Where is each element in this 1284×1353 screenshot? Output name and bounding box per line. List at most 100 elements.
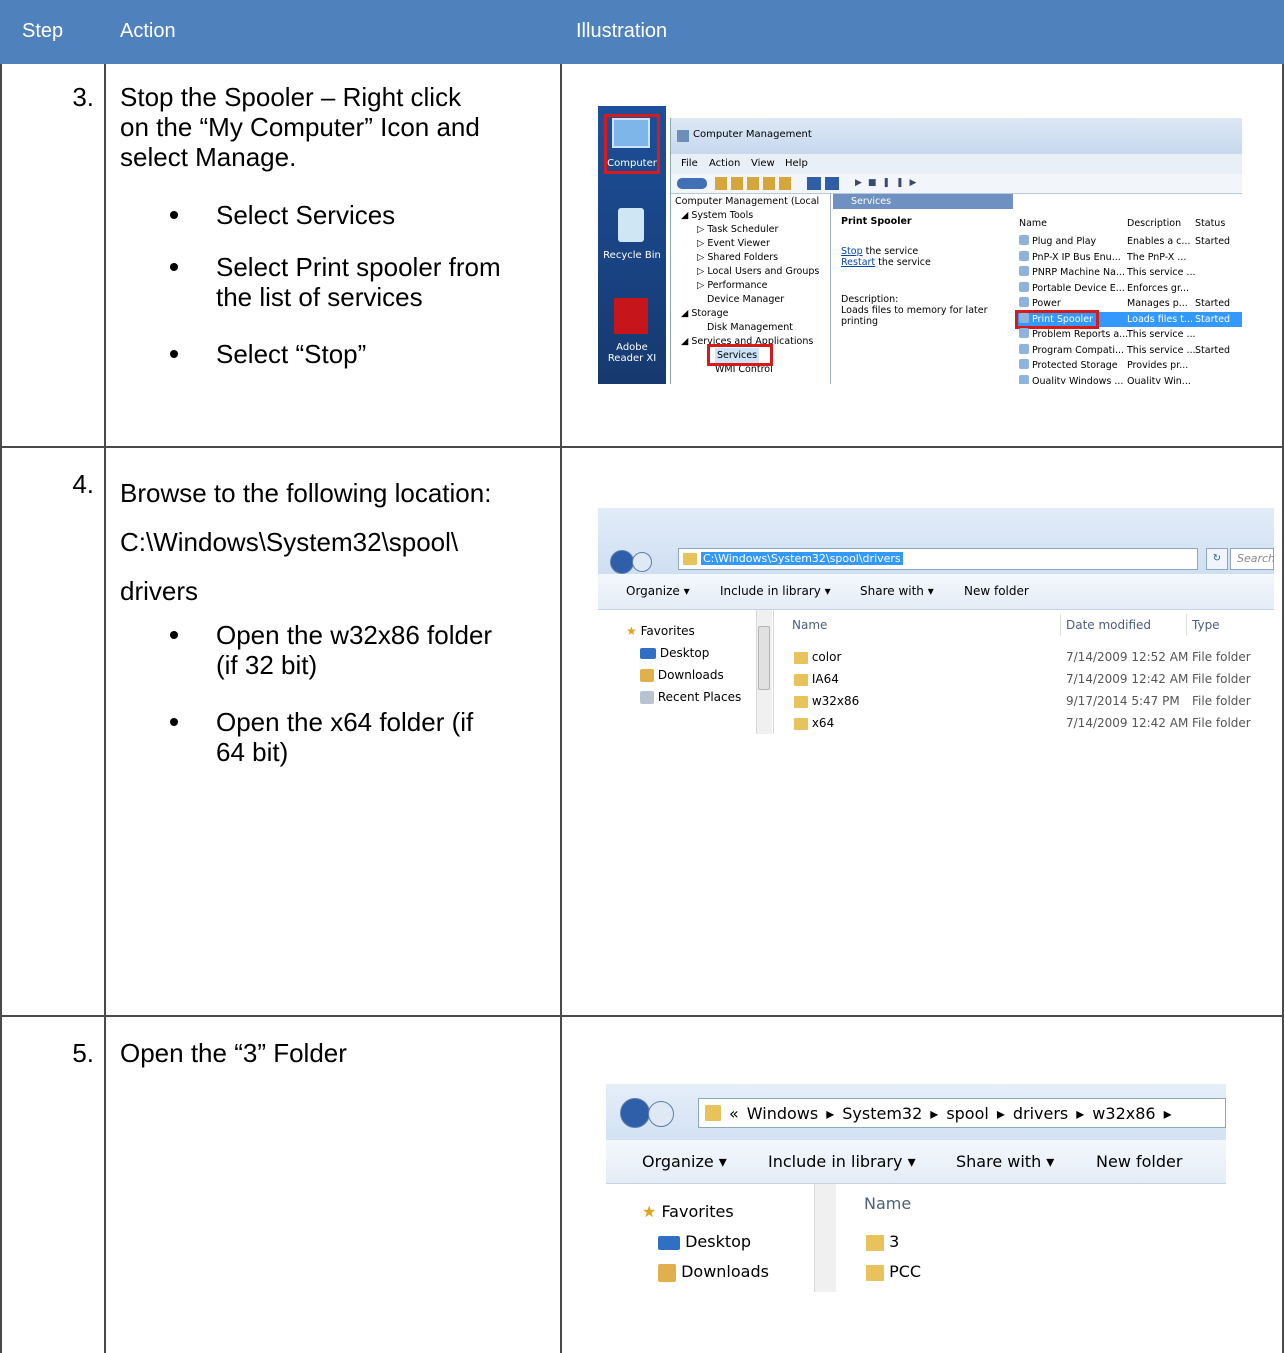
organize-button[interactable]: Organize ▾ [642, 1152, 727, 1171]
column-description[interactable]: Description [1127, 216, 1181, 231]
column-name[interactable]: Name [1019, 216, 1047, 231]
breadcrumb-separator-icon[interactable]: ▸ [1076, 1104, 1084, 1123]
back-button[interactable] [620, 1098, 650, 1128]
column-name[interactable]: Name [792, 618, 827, 632]
tree-item[interactable]: ◢ Storage [681, 306, 729, 321]
nav-recent-places[interactable]: Recent Places [640, 690, 741, 704]
file-row[interactable]: 3 [866, 1232, 899, 1251]
breadcrumb-separator-icon[interactable]: ▸ [997, 1104, 1005, 1123]
column-name[interactable]: Name [864, 1194, 911, 1213]
tree-item[interactable]: ▷ Task Scheduler [697, 222, 778, 237]
file-row[interactable]: x64 7/14/2009 12:42 AM File folder [776, 714, 1274, 734]
description-label: Description: [841, 294, 899, 305]
breadcrumb-item[interactable]: drivers [1013, 1104, 1068, 1123]
nav-desktop[interactable]: Desktop [640, 646, 709, 660]
column-type[interactable]: Type [1192, 618, 1220, 632]
header-action: Action [120, 20, 176, 42]
step-number: 5. [72, 1038, 94, 1068]
service-row[interactable]: Protected Storage Provides pr... [1015, 358, 1242, 373]
help-icons[interactable] [807, 177, 841, 190]
tree-item[interactable]: ▷ Performance [697, 278, 768, 293]
service-row[interactable]: Quality Windows ... Quality Win... [1015, 374, 1242, 384]
column-date[interactable]: Date modified [1066, 618, 1151, 632]
window-title: Computer Management [693, 129, 812, 140]
breadcrumb-item[interactable]: « [729, 1104, 739, 1123]
organize-button[interactable]: Organize ▾ [626, 584, 690, 598]
command-bar: Organize ▾ Include in library ▾ Share wi… [606, 1140, 1226, 1184]
service-row[interactable]: PNRP Machine Na... This service ... [1015, 265, 1242, 280]
bullet [170, 263, 178, 271]
restart-service-link[interactable]: Restart the service [841, 257, 931, 268]
service-row[interactable]: Plug and Play Enables a c... Started [1015, 234, 1242, 249]
include-library-button[interactable]: Include in library ▾ [720, 584, 831, 598]
nav-downloads[interactable]: Downloads [640, 668, 724, 682]
breadcrumb-separator-icon[interactable]: ▸ [930, 1104, 938, 1123]
service-row[interactable]: Problem Reports a... This service ... [1015, 327, 1242, 342]
table-divider-2 [560, 64, 562, 1353]
back-button[interactable] [610, 550, 634, 574]
breadcrumb-item[interactable]: spool [946, 1104, 989, 1123]
tree-item[interactable]: ▷ Event Viewer [697, 236, 770, 251]
menu-view[interactable]: View [751, 158, 775, 169]
address-field[interactable]: C:\Windows\System32\spool\drivers [678, 548, 1198, 570]
adobe-reader-icon[interactable] [614, 298, 648, 334]
tree-item[interactable]: Device Manager [707, 292, 784, 307]
recycle-bin-icon[interactable] [618, 208, 644, 242]
bullet-text: Open the w32x86 folder (if 32 bit) [216, 620, 493, 680]
share-with-button[interactable]: Share with ▾ [956, 1152, 1054, 1171]
refresh-icon[interactable]: ↻ [1206, 548, 1228, 570]
nav-favorites[interactable]: ★ Favorites [642, 1202, 734, 1221]
include-library-button[interactable]: Include in library ▾ [768, 1152, 916, 1171]
search-input[interactable]: Search [1230, 548, 1274, 570]
highlight-box [707, 344, 773, 366]
menu-help[interactable]: Help [785, 158, 808, 169]
step-instruction: Stop the Spooler – Right click on the “M… [120, 82, 480, 172]
tree-item[interactable]: ◢ System Tools [681, 208, 753, 223]
menu-file[interactable]: File [681, 158, 698, 169]
tree-item[interactable]: ▷ Shared Folders [697, 250, 778, 265]
bullet [170, 718, 178, 726]
step-instruction: Browse to the following location: C:\Win… [120, 478, 492, 606]
file-row[interactable]: w32x86 9/17/2014 5:47 PM File folder [776, 692, 1274, 712]
forward-button[interactable] [648, 1101, 674, 1127]
step-instruction: Open the “3” Folder [120, 1038, 347, 1068]
column-headers: Name Description Status [1015, 216, 1242, 231]
breadcrumb-item[interactable]: Windows [747, 1104, 818, 1123]
services-tab[interactable]: Services [833, 194, 1013, 209]
breadcrumb[interactable]: « Windows ▸ System32 ▸ spool ▸ drivers ▸ w32x86 ▸ [698, 1098, 1226, 1128]
tree-root[interactable]: Computer Management (Local [675, 194, 819, 209]
tree-item[interactable]: Disk Management [707, 320, 793, 335]
header-illustration: Illustration [576, 20, 668, 42]
share-with-button[interactable]: Share with ▾ [860, 584, 934, 598]
play-stop-pause-icons[interactable]: ▶■❚❚▶ [855, 178, 922, 188]
menu-action[interactable]: Action [709, 158, 740, 169]
column-divider [1186, 614, 1187, 636]
forward-button[interactable] [632, 552, 652, 572]
file-row[interactable]: IA64 7/14/2009 12:42 AM File folder [776, 670, 1274, 690]
step-number: 4. [72, 469, 94, 499]
address-path[interactable]: C:\Windows\System32\spool\drivers [701, 552, 903, 565]
tree-item[interactable]: ▷ Local Users and Groups [697, 264, 819, 279]
service-row[interactable]: Portable Device E... Enforces gr... [1015, 281, 1242, 296]
scroll-thumb[interactable] [758, 626, 770, 690]
service-row[interactable]: Program Compati... This service ... Starte… [1015, 343, 1242, 358]
file-row[interactable]: color 7/14/2009 12:52 AM File folder [776, 648, 1274, 668]
new-folder-button[interactable]: New folder [964, 584, 1029, 598]
service-row[interactable]: PnP-X IP Bus Enu... The PnP-X ... [1015, 250, 1242, 265]
breadcrumb-separator-icon[interactable]: ▸ [826, 1104, 834, 1123]
breadcrumb-item[interactable]: w32x86 [1092, 1104, 1155, 1123]
toolbar-icons[interactable] [715, 177, 795, 190]
navigation-pane: ★ Favorites Desktop Downloads Recent Pla… [598, 610, 774, 734]
nav-downloads[interactable]: Downloads [658, 1262, 769, 1282]
back-forward-icon[interactable] [677, 178, 707, 189]
new-folder-button[interactable]: New folder [1096, 1152, 1182, 1171]
table-border-left [0, 64, 2, 1353]
file-row[interactable]: PCC [866, 1262, 921, 1281]
nav-favorites[interactable]: ★ Favorites [626, 624, 695, 638]
stop-service-link[interactable]: Stop the service [841, 246, 918, 257]
breadcrumb-item[interactable]: System32 [842, 1104, 922, 1123]
column-status[interactable]: Status [1195, 216, 1225, 231]
nav-desktop[interactable]: Desktop [658, 1232, 751, 1251]
desktop-label: Recycle Bin [603, 250, 661, 261]
breadcrumb-separator-icon[interactable]: ▸ [1164, 1104, 1172, 1123]
